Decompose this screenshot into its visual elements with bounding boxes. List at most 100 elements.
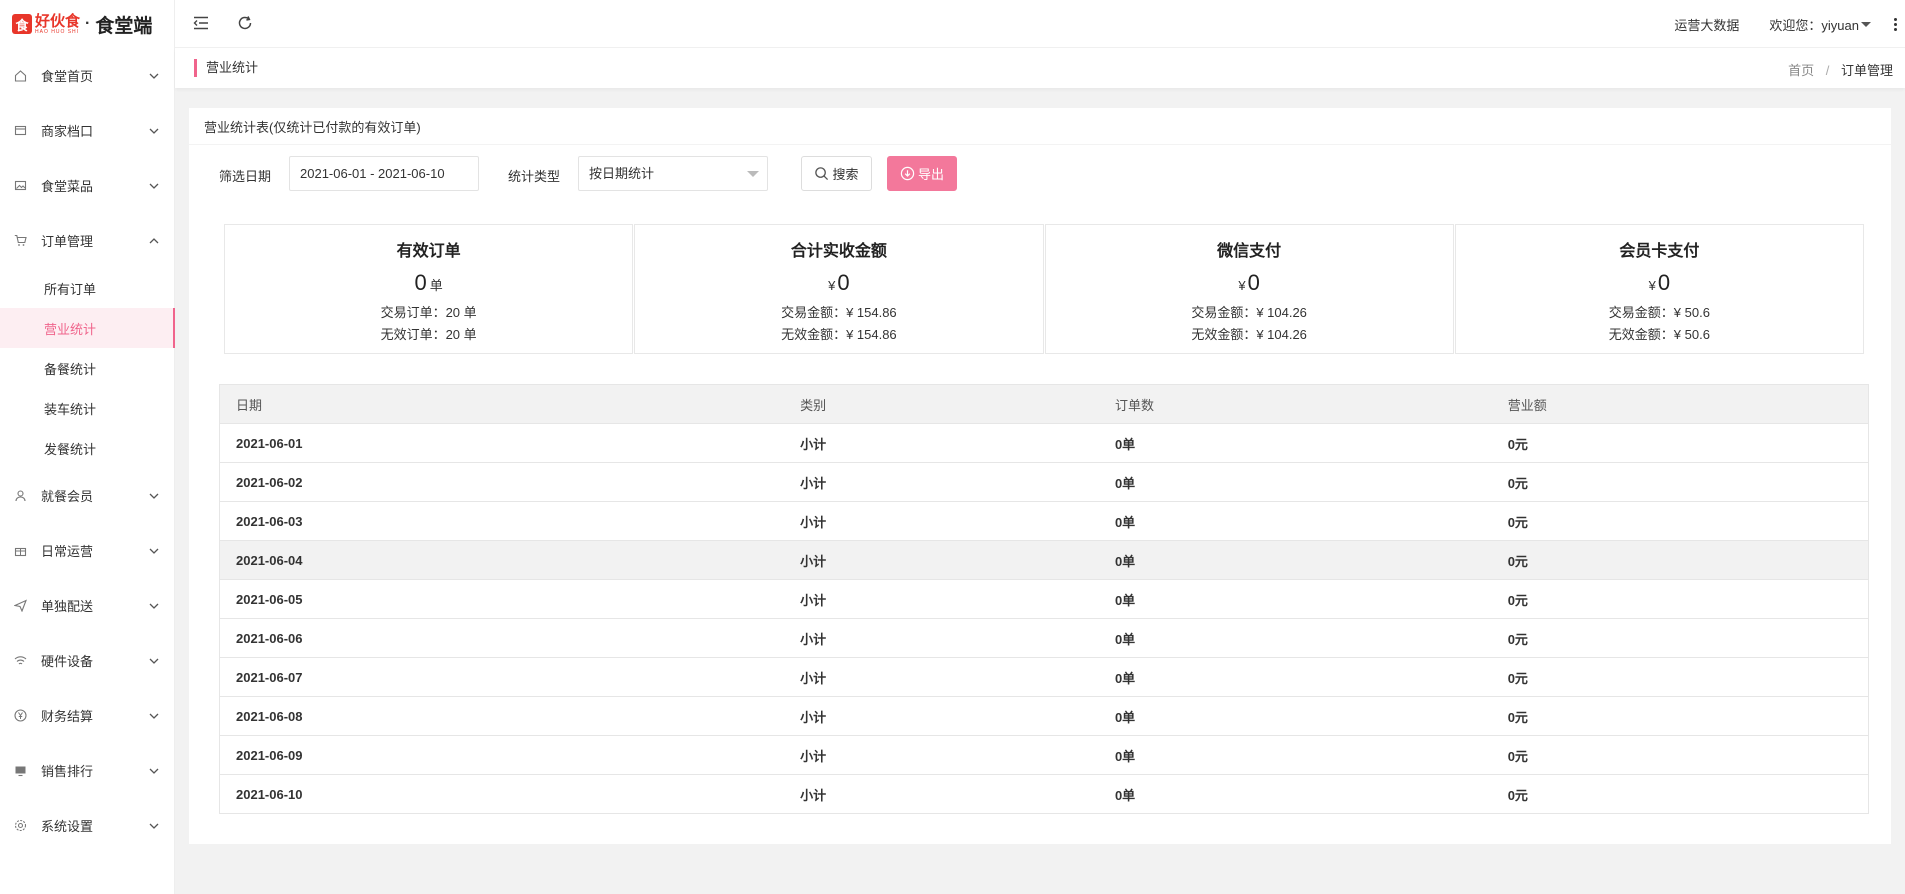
search-button[interactable]: 搜索 xyxy=(801,156,872,191)
breadcrumb-home[interactable]: 首页 xyxy=(1788,63,1814,78)
table-row[interactable]: 2021-06-07 小计 0单 0元 xyxy=(219,657,1869,697)
stat-value-row: 0单 xyxy=(225,271,632,298)
table-row[interactable]: 2021-06-05 小计 0单 0元 xyxy=(219,579,1869,619)
stat-title: 有效订单 xyxy=(396,243,461,260)
image-icon xyxy=(14,180,27,191)
wifi-icon xyxy=(14,656,27,665)
stat-line: 交易金额：¥ 104.26 xyxy=(1191,305,1307,320)
home-icon xyxy=(14,70,27,82)
table-cell: 0元 xyxy=(1491,774,1869,814)
gift-icon xyxy=(14,547,27,557)
sidebar-item-label: 硬件设备 xyxy=(41,654,94,669)
sidebar-item-label: 订单管理 xyxy=(41,234,94,249)
chevron-down-icon xyxy=(149,493,159,499)
table-header-row: 日期 类别 订单数 营业额 xyxy=(219,384,1869,424)
table-row[interactable]: 2021-06-08 小计 0单 0元 xyxy=(219,696,1869,736)
sidebar-subitem[interactable]: 发餐统计 xyxy=(0,428,174,468)
sidebar-item[interactable]: 销售排行 xyxy=(0,743,174,798)
table-row[interactable]: 2021-06-10 小计 0单 0元 xyxy=(219,774,1869,814)
stat-line: 无效金额：¥ 104.26 xyxy=(1191,327,1307,342)
sidebar-item[interactable]: 硬件设备 xyxy=(0,633,174,688)
table-cell: 0元 xyxy=(1491,579,1869,619)
logo-brand: 好伙食 HAO HUO SHI xyxy=(35,14,80,35)
table-row[interactable]: 2021-06-03 小计 0单 0元 xyxy=(219,501,1869,541)
sidebar-group: 硬件设备 xyxy=(0,633,174,688)
sidebar-item[interactable]: 日常运营 xyxy=(0,523,174,578)
breadcrumb-current: 订单管理 xyxy=(1840,63,1893,78)
sidebar-subitem[interactable]: 所有订单 xyxy=(0,268,174,308)
table-cell: 小计 xyxy=(784,618,1099,658)
chevron-down-icon xyxy=(149,73,159,79)
sidebar-item[interactable]: 财务结算 xyxy=(0,688,174,743)
sidebar-submenu: 所有订单 营业统计 备餐统计 装车统计 发餐统计 xyxy=(0,268,175,468)
chevron-down-icon xyxy=(149,548,159,554)
table-cell: 小计 xyxy=(784,735,1099,775)
table-row[interactable]: 2021-06-02 小计 0单 0元 xyxy=(219,462,1869,502)
sidebar-group: 单独配送 xyxy=(0,578,174,633)
logo[interactable]: 食 好伙食 HAO HUO SHI · 食堂端 xyxy=(0,0,174,48)
stat-type-select[interactable]: 按日期统计 xyxy=(578,156,768,191)
stat-title: 微信支付 xyxy=(1217,243,1282,260)
stat-title: 合计实收金额 xyxy=(790,243,887,260)
sidebar-item-label: 就餐会员 xyxy=(41,489,94,504)
date-range-input[interactable]: 2021-06-01 - 2021-06-10 xyxy=(289,156,479,191)
big-data-link[interactable]: 运营大数据 xyxy=(1674,15,1739,34)
sidebar-group: 财务结算 xyxy=(0,688,174,743)
sidebar-group: 就餐会员 xyxy=(0,468,174,523)
table-cell: 0单 xyxy=(1098,618,1492,658)
send-icon xyxy=(14,599,27,612)
table-cell: 0元 xyxy=(1491,618,1869,658)
sidebar-item[interactable]: 就餐会员 xyxy=(0,468,174,523)
table-row[interactable]: 2021-06-09 小计 0单 0元 xyxy=(219,735,1869,775)
table-row[interactable]: 2021-06-04 小计 0单 0元 xyxy=(219,540,1869,580)
table-cell: 0元 xyxy=(1491,501,1869,541)
stat-title: 会员卡支付 xyxy=(1619,243,1700,260)
table-cell: 2021-06-05 xyxy=(219,579,785,619)
column-header: 营业额 xyxy=(1491,384,1869,424)
table-cell: 0单 xyxy=(1098,774,1492,814)
table-cell: 0元 xyxy=(1491,540,1869,580)
table-cell: 2021-06-06 xyxy=(219,618,785,658)
table-row[interactable]: 2021-06-06 小计 0单 0元 xyxy=(219,618,1869,658)
table-cell: 0元 xyxy=(1491,735,1869,775)
sidebar-subitem[interactable]: 备餐统计 xyxy=(0,348,174,388)
stat-value: 0 xyxy=(414,270,427,295)
refresh-icon[interactable] xyxy=(237,15,253,31)
stat-value-row: ¥0 xyxy=(635,271,1042,298)
sidebar-item-label: 单独配送 xyxy=(41,599,94,614)
table-row[interactable]: 2021-06-01 小计 0单 0元 xyxy=(219,423,1869,463)
sidebar-subitem[interactable]: 营业统计 xyxy=(0,308,175,348)
more-vertical-icon[interactable] xyxy=(1885,17,1905,31)
sidebar-item[interactable]: 商家档口 xyxy=(0,103,174,158)
sidebar-item[interactable]: 单独配送 xyxy=(0,578,174,633)
table-cell: 2021-06-02 xyxy=(219,462,785,502)
sidebar-item[interactable]: 食堂首页 xyxy=(0,48,174,103)
stat-box: 微信支付 ¥0 交易金额：¥ 104.26 无效金额：¥ 104.26 xyxy=(1044,224,1454,354)
sidebar-menu: 食堂首页商家档口食堂菜品订单管理所有订单 营业统计 备餐统计 装车统计 发餐统计就餐会员… xyxy=(0,48,175,853)
stat-value: 0 xyxy=(1657,270,1671,295)
user-menu[interactable]: 欢迎您：yiyuan xyxy=(1769,15,1871,34)
sidebar-item-label: 食堂菜品 xyxy=(41,179,94,194)
chevron-down-icon xyxy=(149,128,159,134)
sidebar-item[interactable]: 食堂菜品 xyxy=(0,158,174,213)
gear-icon xyxy=(14,819,27,832)
collapse-menu-icon[interactable] xyxy=(193,15,209,31)
stat-value: 0 xyxy=(837,270,850,295)
select-caret-icon xyxy=(747,171,759,177)
sidebar-group: 日常运营 xyxy=(0,523,174,578)
table-cell: 2021-06-08 xyxy=(219,696,785,736)
sidebar-subitem[interactable]: 装车统计 xyxy=(0,388,174,428)
download-icon xyxy=(900,166,915,181)
caret-down-icon xyxy=(1861,21,1871,27)
chevron-down-icon xyxy=(149,823,159,829)
sidebar-item[interactable]: 系统设置 xyxy=(0,798,174,853)
stat-value-row: ¥0 xyxy=(1046,271,1453,298)
export-button[interactable]: 导出 xyxy=(887,156,957,191)
table-cell: 2021-06-04 xyxy=(219,540,785,580)
sidebar-item[interactable]: 订单管理 xyxy=(0,213,174,268)
sidebar-item-label: 商家档口 xyxy=(41,124,94,139)
table-cell: 2021-06-07 xyxy=(219,657,785,697)
chevron-down-icon xyxy=(149,183,159,189)
table-cell: 0单 xyxy=(1098,696,1492,736)
logo-dot: · xyxy=(85,15,91,32)
